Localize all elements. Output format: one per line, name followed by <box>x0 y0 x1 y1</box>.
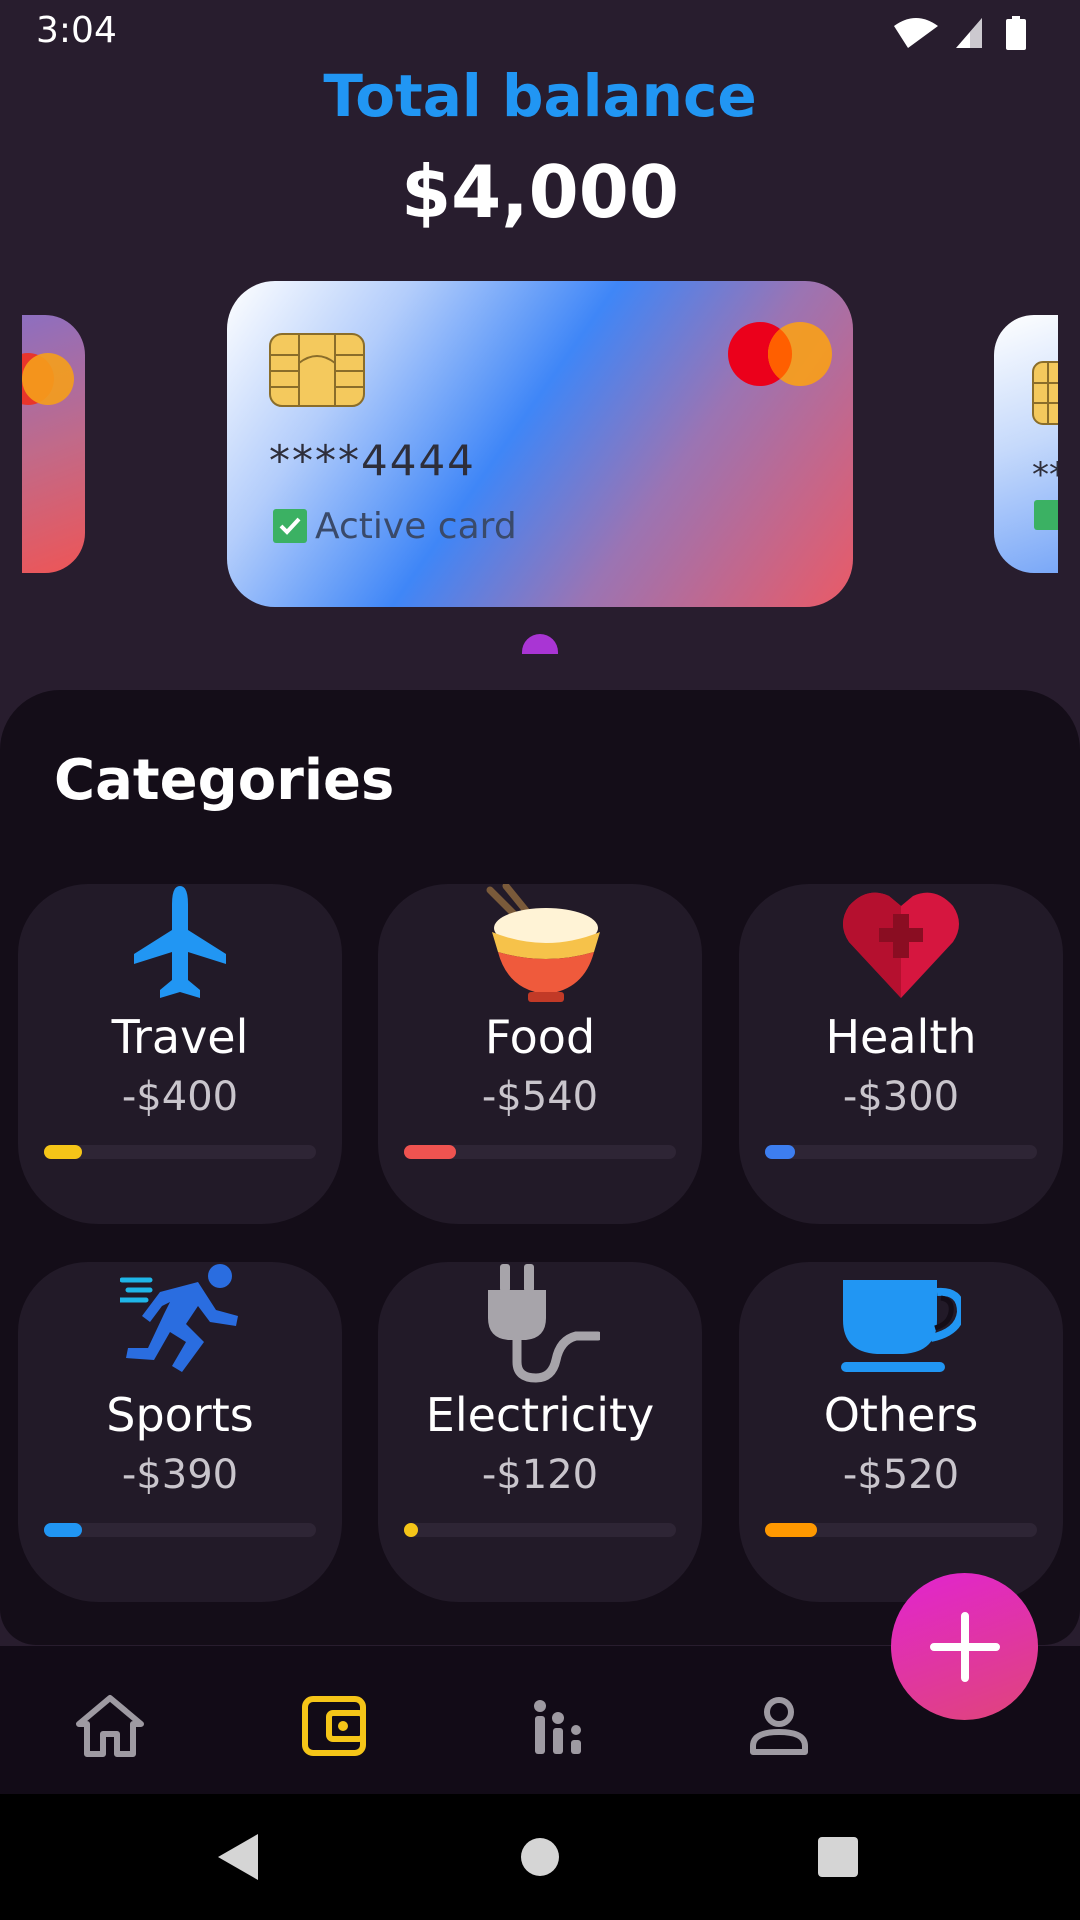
system-back-button[interactable] <box>178 1794 298 1920</box>
checkbox-checked-icon <box>1034 500 1058 530</box>
home-icon <box>76 1695 144 1757</box>
category-progress-fill <box>44 1523 83 1537</box>
status-time: 3:04 <box>36 10 117 51</box>
category-progress-fill <box>765 1523 817 1537</box>
category-progress-bar <box>765 1145 1037 1159</box>
category-name: Food <box>484 1010 596 1064</box>
back-icon <box>218 1834 258 1880</box>
category-name: Others <box>823 1388 979 1442</box>
category-progress-fill <box>404 1523 418 1537</box>
balance-amount: $4,000 <box>401 150 679 234</box>
runner-icon <box>120 1264 238 1372</box>
system-home-button[interactable] <box>480 1794 600 1920</box>
mastercard-logo-icon <box>728 322 832 386</box>
category-amount: -$300 <box>842 1074 960 1120</box>
checkbox-checked-icon[interactable] <box>273 509 307 543</box>
status-bar: 3:04 <box>0 0 1080 64</box>
mastercard-logo-icon <box>22 353 74 405</box>
category-progress-fill <box>404 1145 456 1159</box>
category-amount: -$120 <box>481 1452 599 1498</box>
card-chip-icon <box>269 333 365 407</box>
profile-icon <box>750 1697 808 1755</box>
coffee-cup-icon <box>841 1280 961 1372</box>
card-previous[interactable] <box>22 315 85 573</box>
category-amount: -$400 <box>121 1074 239 1120</box>
home-circle-icon <box>521 1838 559 1876</box>
category-progress-bar <box>44 1145 316 1159</box>
category-name: Electricity <box>425 1388 655 1442</box>
category-name: Health <box>825 1010 977 1064</box>
plus-icon <box>929 1611 1000 1682</box>
category-card-others[interactable]: Others -$520 <box>739 1262 1063 1602</box>
balance-title: Total balance <box>323 62 757 130</box>
category-progress-bar <box>765 1523 1037 1537</box>
nav-home[interactable] <box>70 1686 150 1766</box>
card-status-label: Active card <box>315 505 517 547</box>
system-recents-button[interactable] <box>778 1794 898 1920</box>
category-amount: -$540 <box>481 1074 599 1120</box>
categories-title: Categories <box>54 748 395 813</box>
card-chip-icon <box>1032 361 1058 425</box>
wifi-icon <box>894 18 938 48</box>
add-button[interactable] <box>891 1573 1038 1720</box>
category-card-electricity[interactable]: Electricity -$120 <box>378 1262 702 1602</box>
recents-icon <box>818 1837 858 1877</box>
category-name: Travel <box>111 1010 249 1064</box>
airplane-icon <box>134 886 226 998</box>
heart-cross-icon <box>843 892 959 998</box>
nav-profile[interactable] <box>739 1686 819 1766</box>
category-card-food[interactable]: Food -$540 <box>378 884 702 1224</box>
battery-icon <box>1006 16 1026 50</box>
category-name: Sports <box>106 1388 254 1442</box>
category-progress-bar <box>404 1145 676 1159</box>
category-card-travel[interactable]: Travel -$400 <box>18 884 342 1224</box>
carousel-indicator <box>522 634 558 654</box>
category-amount: -$520 <box>842 1452 960 1498</box>
category-progress-bar <box>44 1523 316 1537</box>
status-icons <box>894 14 1044 50</box>
category-progress-fill <box>44 1145 83 1159</box>
card-active-status[interactable]: Active card <box>273 505 517 547</box>
system-nav-bar <box>0 1794 1080 1920</box>
plug-icon <box>488 1264 600 1383</box>
card-number: ** <box>1032 455 1058 495</box>
card-next[interactable]: ** <box>994 315 1058 573</box>
category-amount: -$390 <box>121 1452 239 1498</box>
signal-icon <box>956 18 982 48</box>
nav-stats[interactable] <box>518 1686 598 1766</box>
category-progress-bar <box>404 1523 676 1537</box>
category-progress-fill <box>765 1145 795 1159</box>
card-main[interactable]: ****4444 Active card <box>227 281 853 607</box>
card-number: ****4444 <box>269 436 476 485</box>
wallet-icon <box>302 1696 366 1756</box>
category-card-health[interactable]: Health -$300 <box>739 884 1063 1224</box>
stats-icon <box>534 1700 581 1754</box>
nav-wallet[interactable] <box>294 1686 374 1766</box>
category-card-sports[interactable]: Sports -$390 <box>18 1262 342 1602</box>
rice-bowl-icon <box>486 884 600 1002</box>
